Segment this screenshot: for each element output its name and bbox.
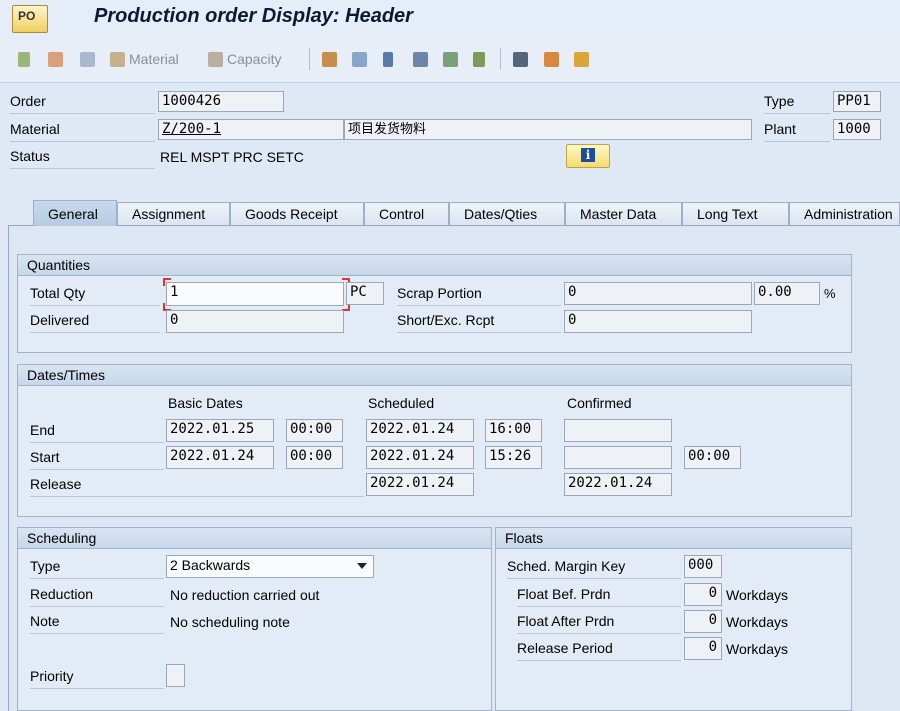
priority-label: Priority: [30, 668, 164, 689]
plant-field[interactable]: 1000: [833, 119, 881, 140]
toolbar-separator: [309, 48, 310, 70]
material-icon: [110, 51, 125, 67]
tray-icon[interactable]: [352, 48, 367, 70]
end-scheduled-time-field[interactable]: 16:00: [485, 419, 542, 442]
scrap-portion-field[interactable]: 0: [564, 282, 752, 305]
release-period-field[interactable]: 0: [684, 637, 722, 660]
application-toolbar: Material Capacity: [0, 38, 900, 83]
end-basic-time-field[interactable]: 00:00: [286, 419, 343, 442]
scheduling-type-dropdown[interactable]: 2 Backwards: [166, 555, 374, 578]
release-confirmed-date-field[interactable]: 2022.01.24: [564, 473, 672, 496]
required-field-marker: [163, 278, 171, 286]
release-period-unit: Workdays: [726, 641, 788, 657]
start-basic-date-field[interactable]: 2022.01.24: [166, 446, 274, 469]
basic-dates-header: Basic Dates: [168, 395, 243, 411]
total-qty-field[interactable]: 1: [166, 282, 344, 306]
document-edit-icon[interactable]: [48, 48, 63, 70]
percent-sign: %: [824, 286, 836, 301]
scheduling-group-title: Scheduling: [18, 528, 491, 549]
type-label: Type: [764, 93, 830, 114]
info-icon: i: [581, 148, 595, 162]
hierarchy-icon[interactable]: [322, 48, 337, 70]
tree-icon[interactable]: [544, 48, 559, 70]
start-confirmed-date-field[interactable]: [564, 446, 672, 469]
toolbar-separator: [500, 48, 501, 70]
order-field[interactable]: 1000426: [158, 91, 284, 112]
chevron-down-icon[interactable]: [357, 563, 367, 569]
grid-icon[interactable]: [574, 48, 589, 70]
start-scheduled-date-field[interactable]: 2022.01.24: [366, 446, 474, 469]
tab-long-text[interactable]: Long Text: [682, 202, 789, 225]
start-basic-time-field[interactable]: 00:00: [286, 446, 343, 469]
dates-times-group-title: Dates/Times: [18, 365, 851, 386]
note-label: Note: [30, 613, 164, 634]
material-label: Material: [10, 121, 155, 142]
end-label: End: [30, 422, 164, 443]
sched-margin-key-label: Sched. Margin Key: [507, 558, 681, 579]
scrap-percent-field[interactable]: 0.00: [754, 282, 820, 305]
status-value: REL MSPT PRC SETC: [160, 149, 304, 165]
float-after-unit: Workdays: [726, 614, 788, 630]
capacity-icon: [208, 51, 223, 67]
app-menu-icon[interactable]: PO: [12, 5, 48, 33]
table-icon[interactable]: [513, 48, 528, 70]
material-description-field[interactable]: 项目发货物料: [344, 119, 752, 140]
capacity-button[interactable]: Capacity: [208, 48, 281, 70]
tab-master-data[interactable]: Master Data: [565, 202, 682, 225]
sched-margin-key-field[interactable]: 000: [684, 555, 722, 578]
plant-label: Plant: [764, 121, 830, 142]
tab-general[interactable]: General: [33, 200, 117, 226]
scheduling-type-label: Type: [30, 558, 164, 579]
sequence-icon[interactable]: [383, 48, 393, 70]
total-qty-label: Total Qty: [30, 285, 160, 306]
short-exc-field[interactable]: 0: [564, 310, 752, 333]
calculator-icon[interactable]: [80, 48, 95, 70]
end-confirmed-date-field[interactable]: [564, 419, 672, 442]
page-title: Production order Display: Header: [94, 5, 413, 27]
float-before-unit: Workdays: [726, 587, 788, 603]
reduction-label: Reduction: [30, 586, 164, 607]
reduction-value: No reduction carried out: [170, 587, 320, 603]
tab-administration[interactable]: Administration: [789, 202, 900, 225]
confirmed-header: Confirmed: [567, 395, 632, 411]
unit-field[interactable]: PC: [346, 282, 384, 305]
start-label: Start: [30, 449, 164, 470]
start-confirmed-time-field[interactable]: 00:00: [684, 446, 741, 469]
short-exc-label: Short/Exc. Rcpt: [397, 312, 561, 333]
copy-icon[interactable]: [443, 48, 458, 70]
float-after-field[interactable]: 0: [684, 610, 722, 633]
release-scheduled-date-field[interactable]: 2022.01.24: [366, 473, 474, 496]
status-label: Status: [10, 148, 155, 169]
end-scheduled-date-field[interactable]: 2022.01.24: [366, 419, 474, 442]
type-field[interactable]: PP01: [833, 91, 881, 112]
scrap-portion-label: Scrap Portion: [397, 285, 561, 306]
tab-goods-receipt[interactable]: Goods Receipt: [230, 202, 364, 225]
float-before-field[interactable]: 0: [684, 583, 722, 606]
material-field[interactable]: Z/200-1: [158, 119, 344, 140]
float-after-label: Float After Prdn: [517, 613, 681, 634]
scheduled-header: Scheduled: [368, 395, 435, 411]
float-before-label: Float Bef. Prdn: [517, 586, 681, 607]
release-period-label: Release Period: [517, 640, 681, 661]
tab-assignment[interactable]: Assignment: [117, 202, 230, 225]
release-label: Release: [30, 476, 364, 497]
list-icon[interactable]: [473, 48, 485, 70]
quantities-group-title: Quantities: [18, 255, 851, 276]
delivered-field[interactable]: 0: [166, 310, 344, 333]
status-info-button[interactable]: i: [566, 144, 610, 168]
tab-control[interactable]: Control: [364, 202, 449, 225]
order-label: Order: [10, 93, 155, 114]
flag-icon[interactable]: [18, 48, 30, 70]
tab-dates-qties[interactable]: Dates/Qties: [449, 202, 565, 225]
note-value: No scheduling note: [170, 614, 290, 630]
priority-field[interactable]: [166, 664, 185, 687]
material-button[interactable]: Material: [110, 48, 179, 70]
floats-group-title: Floats: [496, 528, 851, 549]
end-basic-date-field[interactable]: 2022.01.25: [166, 419, 274, 442]
network-icon[interactable]: [413, 48, 428, 70]
delivered-label: Delivered: [30, 312, 160, 333]
start-scheduled-time-field[interactable]: 15:26: [485, 446, 542, 469]
